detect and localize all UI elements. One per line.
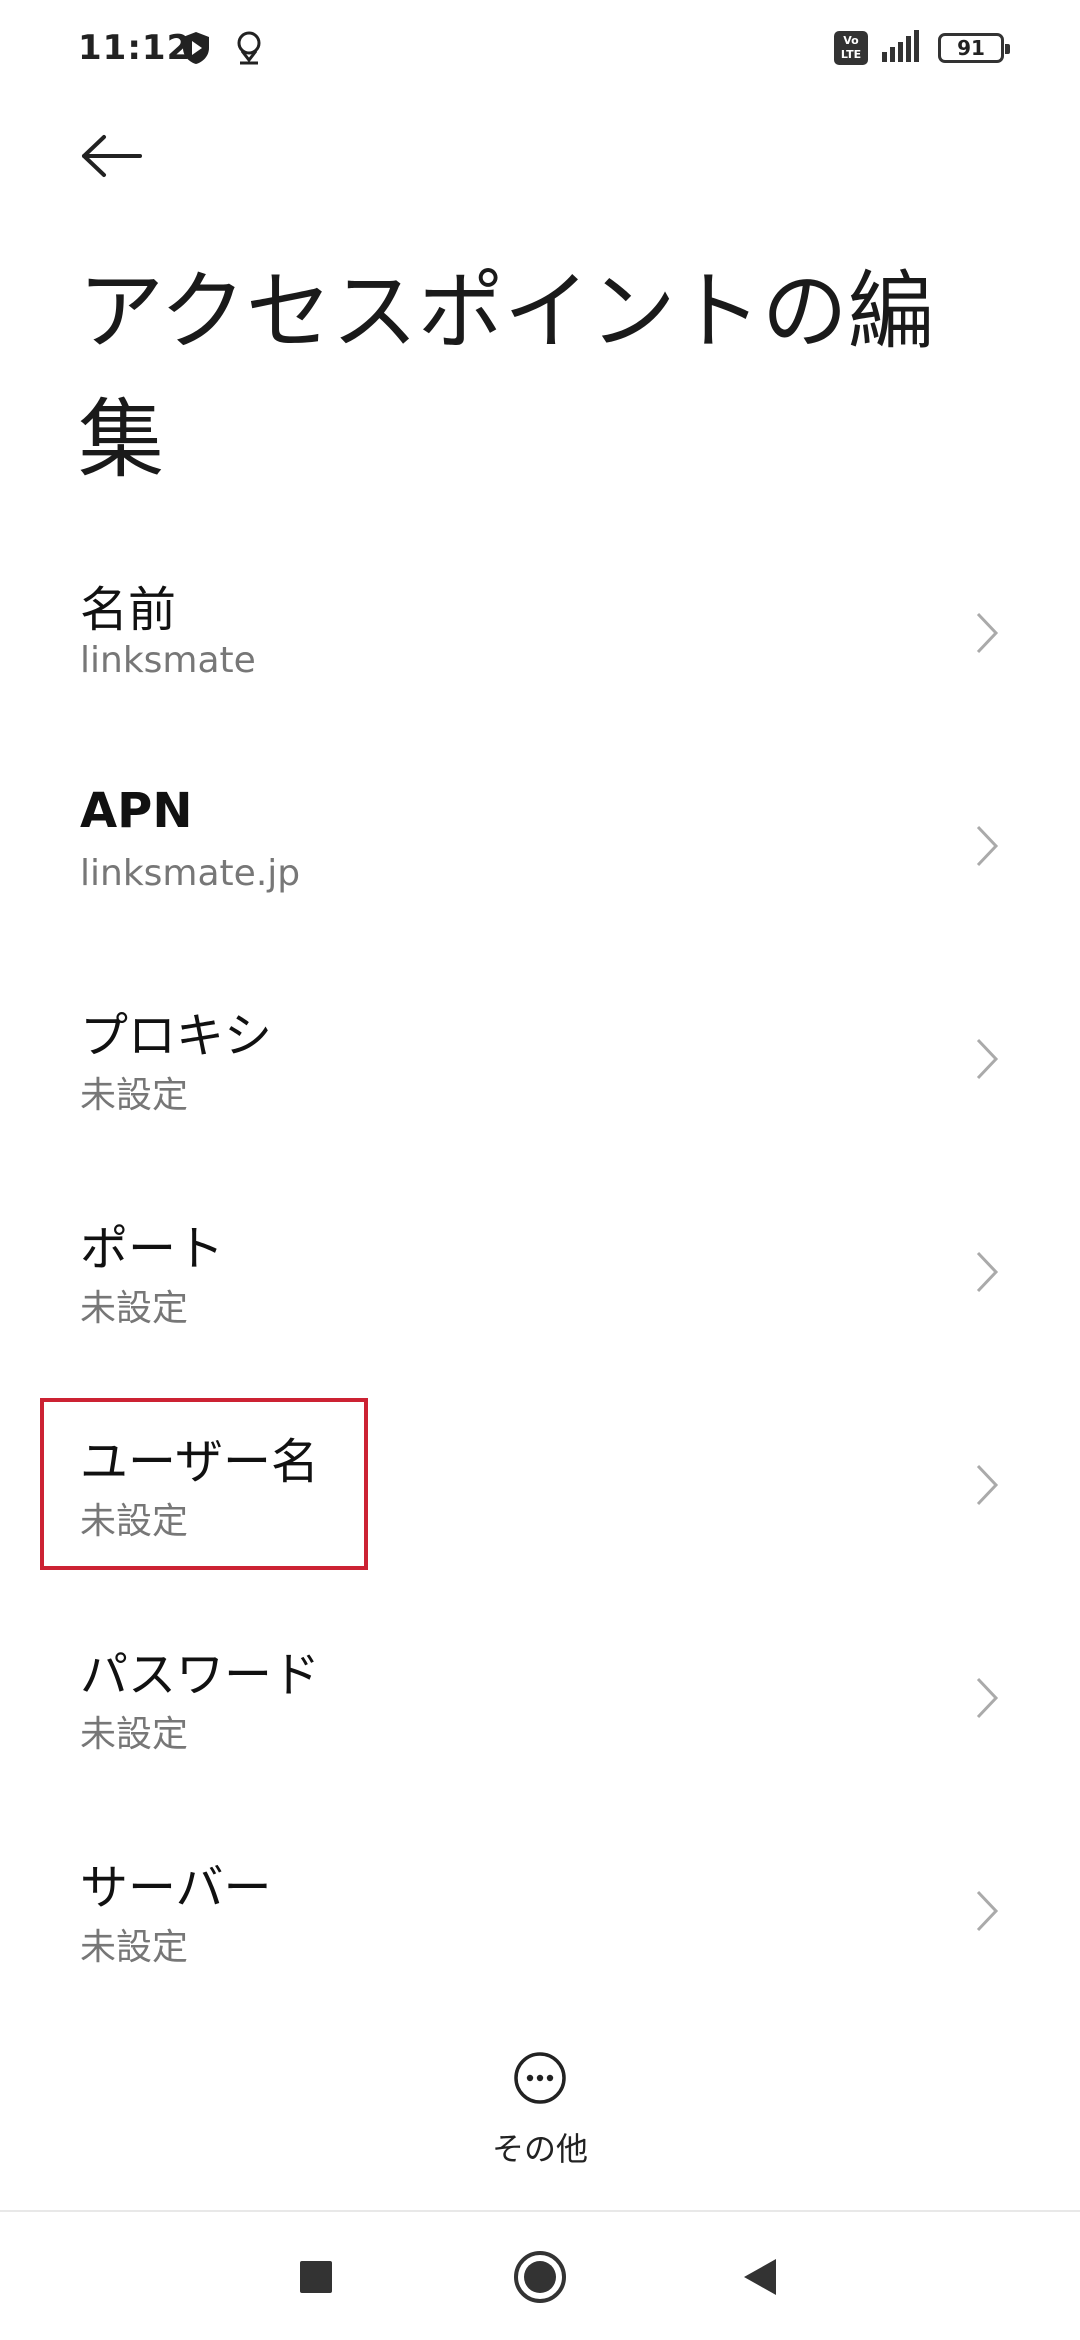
setting-label: 名前 [80,582,177,638]
setting-row-server[interactable]: サーバー 未設定 [0,1818,1080,2031]
chevron-right-icon [976,1038,999,1080]
setting-row-username[interactable]: ユーザー名 未設定 [0,1392,1080,1605]
setting-label: パスワード [80,1647,321,1703]
location-pin-icon [234,30,264,70]
shield-play-icon [180,30,212,70]
battery-level: 91 [957,36,985,60]
recents-button[interactable] [281,2242,351,2312]
setting-value: 未設定 [80,1075,189,1116]
more-dots-icon [514,2052,566,2104]
chevron-right-icon [976,1464,999,1506]
signal-icon [882,30,924,66]
setting-label: プロキシ [80,1008,273,1064]
setting-value: 未設定 [80,1714,189,1755]
chevron-right-icon [976,1677,999,1719]
setting-row-proxy[interactable]: プロキシ 未設定 [0,966,1080,1179]
setting-value: 未設定 [80,1927,189,1968]
status-right: Vo LTE 91 [834,30,1010,66]
setting-row-password[interactable]: パスワード 未設定 [0,1605,1080,1818]
volte-icon: Vo LTE [834,31,868,65]
more-button[interactable]: その他 [440,2050,640,2180]
status-bar: 11:12 Vo LTE 91 [0,0,1080,100]
setting-label: ユーザー名 [80,1434,320,1490]
home-circle-icon [514,2251,566,2303]
setting-row-name[interactable]: 名前 linksmate [0,540,1080,753]
chevron-right-icon [976,825,999,867]
screen: 11:12 Vo LTE 91 アクセスポイントの編集 名前 linksmate… [0,0,1080,2340]
back-arrow-icon [80,134,144,182]
setting-row-apn[interactable]: APN linksmate.jp [0,753,1080,966]
setting-value: 未設定 [80,1288,189,1329]
home-button[interactable] [505,2242,575,2312]
recents-square-icon [300,2261,332,2293]
setting-label: APN [80,783,193,839]
navigation-bar [0,2212,1080,2340]
setting-label: サーバー [80,1860,272,1916]
setting-label: ポート [80,1221,225,1277]
back-button[interactable] [80,128,156,188]
chevron-right-icon [976,612,999,654]
setting-value: linksmate.jp [80,853,301,894]
more-label: その他 [491,2130,588,2168]
page-title: アクセスポイントの編集 [78,262,934,490]
battery-icon: 91 [938,33,1010,63]
status-time: 11:12 [78,28,192,68]
back-triangle-icon [744,2259,776,2295]
setting-value: 未設定 [80,1501,189,1542]
settings-list: 名前 linksmate APN linksmate.jp プロキシ 未設定 ポ… [0,540,1080,2031]
chevron-right-icon [976,1251,999,1293]
setting-row-port[interactable]: ポート 未設定 [0,1179,1080,1392]
status-left-icons [180,30,264,70]
back-nav-button[interactable] [725,2242,795,2312]
setting-value: linksmate [80,640,256,681]
chevron-right-icon [976,1890,999,1932]
